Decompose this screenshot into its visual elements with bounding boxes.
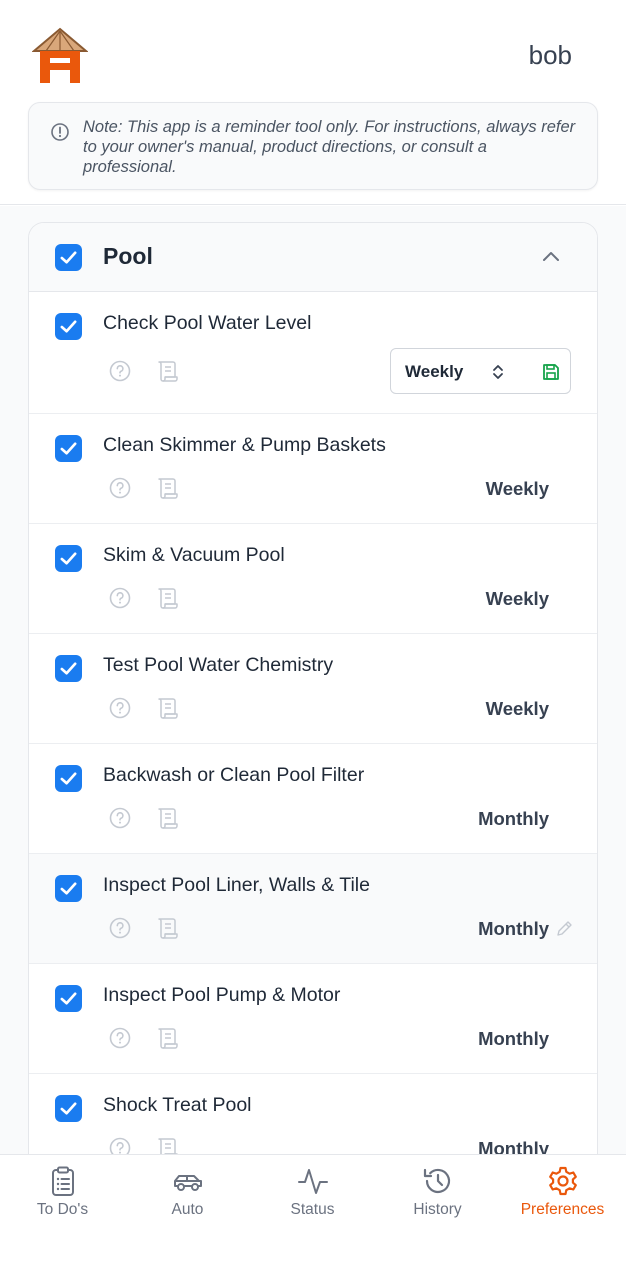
task-title: Clean Skimmer & Pump Baskets xyxy=(103,434,386,456)
task-frequency[interactable]: Monthly xyxy=(478,1138,549,1154)
note-text: Note: This app is a reminder tool only. … xyxy=(83,118,576,176)
task-row[interactable]: Skim & Vacuum Pool Weekly xyxy=(29,524,597,634)
check-icon xyxy=(60,662,77,675)
task-frequency[interactable]: Monthly xyxy=(478,1028,549,1050)
nav-label: Preferences xyxy=(520,1201,605,1218)
scroll-icon[interactable] xyxy=(156,697,180,719)
task-checkbox[interactable] xyxy=(55,1095,82,1122)
task-frequency[interactable]: Monthly xyxy=(478,918,549,940)
nav-preferences[interactable]: Preferences xyxy=(500,1165,625,1225)
task-title: Skim & Vacuum Pool xyxy=(103,544,285,566)
nav-label: Status xyxy=(290,1201,335,1218)
nav-auto[interactable]: Auto xyxy=(125,1165,250,1225)
question-circle-icon[interactable] xyxy=(109,917,131,939)
question-circle-icon[interactable] xyxy=(109,360,131,382)
check-icon xyxy=(60,442,77,455)
nav-label: To Do's xyxy=(36,1201,89,1218)
preferences-content[interactable]: Pool Check Pool Water Level Weekly Clean… xyxy=(0,206,626,1154)
header: bob Note: This app is a reminder tool on… xyxy=(0,0,626,205)
scroll-icon[interactable] xyxy=(156,807,180,829)
bottom-nav: To Do's Auto Status History Preferences xyxy=(0,1154,626,1280)
scroll-icon[interactable] xyxy=(156,1027,180,1049)
chevron-up-icon[interactable] xyxy=(541,249,561,263)
nav-label: History xyxy=(413,1201,462,1218)
task-checkbox[interactable] xyxy=(55,545,82,572)
scroll-icon[interactable] xyxy=(156,587,180,609)
task-row[interactable]: Test Pool Water Chemistry Weekly xyxy=(29,634,597,744)
task-title: Check Pool Water Level xyxy=(103,312,312,334)
check-icon xyxy=(60,772,77,785)
check-icon xyxy=(60,992,77,1005)
task-frequency[interactable]: Weekly xyxy=(486,588,549,610)
house-logo-icon xyxy=(32,27,88,83)
frequency-select[interactable]: Weekly xyxy=(390,348,571,394)
history-icon xyxy=(423,1168,450,1194)
task-row[interactable]: Clean Skimmer & Pump Baskets Weekly xyxy=(29,414,597,524)
scroll-icon[interactable] xyxy=(156,1137,180,1154)
task-checkbox[interactable] xyxy=(55,765,82,792)
section-title: Pool xyxy=(103,243,153,269)
question-circle-icon[interactable] xyxy=(109,477,131,499)
check-icon xyxy=(60,251,77,264)
scroll-icon[interactable] xyxy=(156,360,180,382)
disclaimer-note: Note: This app is a reminder tool only. … xyxy=(28,102,598,190)
task-title: Test Pool Water Chemistry xyxy=(103,654,334,676)
car-icon xyxy=(173,1175,202,1191)
chevron-up-down-icon xyxy=(493,365,503,379)
task-row[interactable]: Check Pool Water Level Weekly xyxy=(29,293,597,414)
scroll-icon[interactable] xyxy=(156,477,180,499)
section-checkbox[interactable] xyxy=(55,244,82,271)
task-checkbox[interactable] xyxy=(55,985,82,1012)
nav-status[interactable]: Status xyxy=(250,1165,375,1225)
nav-history[interactable]: History xyxy=(375,1165,500,1225)
task-title: Inspect Pool Liner, Walls & Tile xyxy=(103,874,370,896)
user-name[interactable]: bob xyxy=(529,40,572,71)
task-row[interactable]: Inspect Pool Liner, Walls & Tile Monthly xyxy=(29,854,597,964)
pool-section-card: Pool Check Pool Water Level Weekly Clean… xyxy=(28,222,598,1154)
task-title: Shock Treat Pool xyxy=(103,1094,252,1116)
check-icon xyxy=(60,320,77,333)
task-row[interactable]: Inspect Pool Pump & Motor Monthly xyxy=(29,964,597,1074)
nav-label: Auto xyxy=(171,1201,204,1218)
task-frequency[interactable]: Weekly xyxy=(486,478,549,500)
pencil-icon[interactable] xyxy=(556,920,573,937)
frequency-select-value: Weekly xyxy=(405,362,464,381)
task-title: Backwash or Clean Pool Filter xyxy=(103,764,365,786)
question-circle-icon[interactable] xyxy=(109,587,131,609)
gear-icon xyxy=(548,1166,577,1196)
task-checkbox[interactable] xyxy=(55,435,82,462)
task-frequency[interactable]: Weekly xyxy=(486,698,549,720)
section-header[interactable]: Pool xyxy=(29,223,597,292)
question-circle-icon[interactable] xyxy=(109,1027,131,1049)
question-circle-icon[interactable] xyxy=(109,1137,131,1154)
scroll-icon[interactable] xyxy=(156,917,180,939)
activity-icon xyxy=(297,1169,328,1194)
save-icon[interactable] xyxy=(541,362,561,382)
app-page: bob Note: This app is a reminder tool on… xyxy=(0,0,626,1280)
nav-todos[interactable]: To Do's xyxy=(0,1165,125,1225)
task-checkbox[interactable] xyxy=(55,313,82,340)
task-title: Inspect Pool Pump & Motor xyxy=(103,984,341,1006)
check-icon xyxy=(60,552,77,565)
check-icon xyxy=(60,882,77,895)
task-frequency[interactable]: Monthly xyxy=(478,808,549,830)
task-checkbox[interactable] xyxy=(55,875,82,902)
check-icon xyxy=(60,1102,77,1115)
info-circle-icon xyxy=(51,123,69,141)
clipboard-icon xyxy=(51,1166,74,1196)
question-circle-icon[interactable] xyxy=(109,807,131,829)
task-checkbox[interactable] xyxy=(55,655,82,682)
task-row[interactable]: Backwash or Clean Pool Filter Monthly xyxy=(29,744,597,854)
question-circle-icon[interactable] xyxy=(109,697,131,719)
task-row[interactable]: Shock Treat Pool Monthly xyxy=(29,1074,597,1154)
